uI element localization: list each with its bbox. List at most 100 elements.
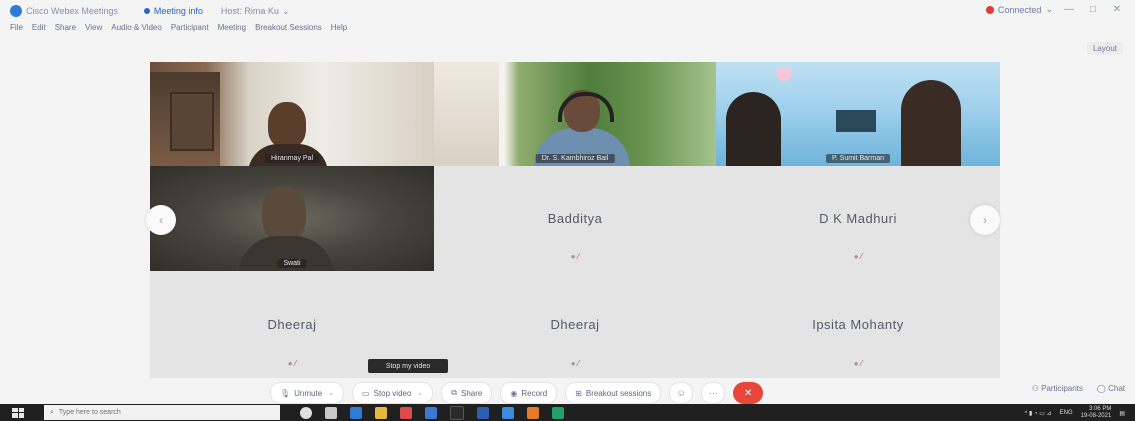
stop-video-button[interactable]: ▭ Stop video ⌄	[352, 382, 434, 404]
taskbar-apps	[300, 406, 564, 420]
windows-start-icon[interactable]	[12, 407, 24, 418]
participant-name: Ipsita Mohanty	[812, 317, 904, 332]
participant-video	[150, 166, 434, 271]
people-icon: ⚇	[1031, 384, 1042, 393]
info-icon	[143, 8, 150, 14]
chat-bubble-icon: ◯	[1096, 384, 1109, 393]
unmute-button[interactable]: 🎙 Unmute ⌄	[270, 382, 345, 404]
share-button[interactable]: ⧉ Share	[441, 382, 493, 404]
webex-meeting-window: Cisco Webex Meetings Meeting info Host: …	[0, 0, 1135, 421]
participant-name: D K Madhuri	[819, 211, 897, 226]
more-options-button[interactable]: ···	[701, 382, 726, 404]
menu-breakout[interactable]: Breakout Sessions	[255, 23, 322, 32]
edge-icon[interactable]	[350, 407, 362, 419]
task-view-icon[interactable]	[325, 407, 337, 419]
video-background	[434, 62, 499, 166]
meeting-controls: 🎙 Unmute ⌄ ▭ Stop video ⌄ ⧉ Share ◉ Reco…	[0, 380, 1135, 404]
participant-tile[interactable]: D K Madhuri ● ⁄	[716, 166, 1000, 271]
menu-file[interactable]: File	[10, 23, 23, 32]
participant-tile[interactable]: Ipsita Mohanty ● ⁄	[716, 271, 1000, 378]
chat-button[interactable]: ◯ Chat	[1097, 384, 1125, 393]
share-label: Share	[461, 388, 483, 398]
participant-tile-active-speaker[interactable]: P. Sumit Barman	[716, 62, 1000, 166]
layout-button[interactable]: Layout	[1086, 42, 1123, 55]
app-icon[interactable]	[450, 406, 464, 420]
host-dropdown[interactable]: Host: Rima Ku ⌄	[221, 6, 290, 17]
stop-video-label: Stop video	[373, 388, 412, 398]
participant-name: Badditya	[547, 211, 603, 226]
host-label: Host: Rima Ku	[220, 5, 279, 16]
participant-tile[interactable]: Dr. S. Kambhiroz Bail	[434, 62, 716, 166]
breakout-icon: ⊞	[575, 388, 582, 398]
chevron-down-icon: ⌄	[417, 390, 424, 397]
participant-name-tag: Dr. S. Kambhiroz Bail	[535, 154, 615, 163]
menu-share[interactable]: Share	[55, 23, 76, 32]
minimize-button[interactable]: —	[1061, 4, 1077, 15]
search-icon: ⌕	[50, 408, 54, 416]
outlook-icon[interactable]	[502, 407, 514, 419]
participant-name-tag: Hiranmay Pal	[264, 154, 320, 163]
chevron-down-icon: ⌄	[281, 5, 290, 16]
chevron-down-icon: ⌄	[328, 390, 335, 397]
participant-tile[interactable]: Swati	[150, 166, 434, 271]
tray-icons[interactable]: ^ ▮ ◔ ▭ ⊿	[1025, 410, 1052, 417]
window-controls: Connected ⌄ — □ ✕	[985, 4, 1125, 15]
participant-silhouette	[726, 92, 781, 166]
previous-page-button[interactable]: ‹	[146, 205, 176, 235]
menu-participant[interactable]: Participant	[171, 23, 209, 32]
leave-meeting-button[interactable]: ✕	[733, 382, 764, 404]
record-button[interactable]: ◉ Record	[500, 382, 558, 404]
meeting-controls-center: 🎙 Unmute ⌄ ▭ Stop video ⌄ ⧉ Share ◉ Reco…	[270, 382, 764, 404]
record-icon: ◉	[510, 388, 518, 398]
muted-mic-icon: ● ⁄	[853, 359, 863, 368]
menu-view[interactable]: View	[85, 23, 102, 32]
connection-status[interactable]: Connected ⌄	[985, 4, 1053, 15]
reactions-button[interactable]: ☺	[669, 382, 694, 404]
language-indicator[interactable]: ENG	[1060, 410, 1073, 416]
participant-video	[150, 62, 434, 166]
meeting-panels: ⚇ Participants ◯ Chat	[1032, 384, 1125, 393]
webex-logo-icon	[10, 5, 22, 17]
video-grid: Hiranmay Pal Dr. S. Kambhiroz Bail P. Su…	[150, 62, 1000, 378]
menu-meeting[interactable]: Meeting	[218, 23, 246, 32]
connection-status-label: Connected	[997, 4, 1042, 15]
maximize-button[interactable]: □	[1085, 4, 1101, 15]
unmute-label: Unmute	[294, 388, 323, 398]
system-tray: ^ ▮ ◔ ▭ ⊿ ENG 3:06 PM 19-08-2021 ▤	[1025, 406, 1126, 420]
participant-tile[interactable]: Badditya ● ⁄	[434, 166, 716, 271]
participants-button[interactable]: ⚇ Participants	[1032, 384, 1083, 393]
breakout-sessions-button[interactable]: ⊞ Breakout sessions	[565, 382, 662, 404]
video-background	[836, 110, 876, 132]
notifications-icon[interactable]: ▤	[1119, 410, 1125, 417]
menu-edit[interactable]: Edit	[32, 23, 46, 32]
file-explorer-icon[interactable]	[375, 407, 387, 419]
taskbar-search-box[interactable]: ⌕ Type here to search	[44, 405, 280, 420]
chat-label: Chat	[1108, 384, 1125, 393]
meeting-info-button[interactable]: Meeting info	[143, 6, 203, 16]
muted-mic-icon: ● ⁄	[853, 252, 863, 261]
camera-icon: ▭	[362, 388, 370, 398]
app-icon[interactable]	[527, 407, 539, 419]
next-page-button[interactable]: ›	[970, 205, 1000, 235]
menu-audio-video[interactable]: Audio & Video	[111, 23, 162, 32]
word-icon[interactable]	[425, 407, 437, 419]
clock-date: 19-08-2021	[1080, 413, 1112, 419]
smiley-icon: ☺	[676, 388, 686, 398]
menu-help[interactable]: Help	[331, 23, 347, 32]
chevron-right-icon: ›	[983, 213, 987, 227]
clock[interactable]: 3:06 PM 19-08-2021	[1081, 406, 1112, 420]
windows-taskbar: ⌕ Type here to search ^ ▮ ◔ ▭ ⊿ ENG 3:06…	[0, 404, 1135, 421]
participant-tile[interactable]: Hiranmay Pal	[150, 62, 434, 166]
app-icon[interactable]	[400, 407, 412, 419]
window-title: Cisco Webex Meetings	[26, 6, 118, 16]
muted-mic-icon: ● ⁄	[570, 359, 580, 368]
participant-name-tag: P. Sumit Barman	[825, 154, 891, 163]
video-background	[776, 67, 792, 81]
participant-silhouette	[268, 102, 306, 148]
webex-taskbar-icon[interactable]	[552, 407, 564, 419]
app-icon[interactable]	[477, 407, 489, 419]
participant-tile[interactable]: Dheeraj ● ⁄	[434, 271, 716, 378]
cortana-icon[interactable]	[300, 407, 312, 419]
close-window-button[interactable]: ✕	[1109, 4, 1125, 15]
status-dot-icon	[985, 5, 994, 14]
